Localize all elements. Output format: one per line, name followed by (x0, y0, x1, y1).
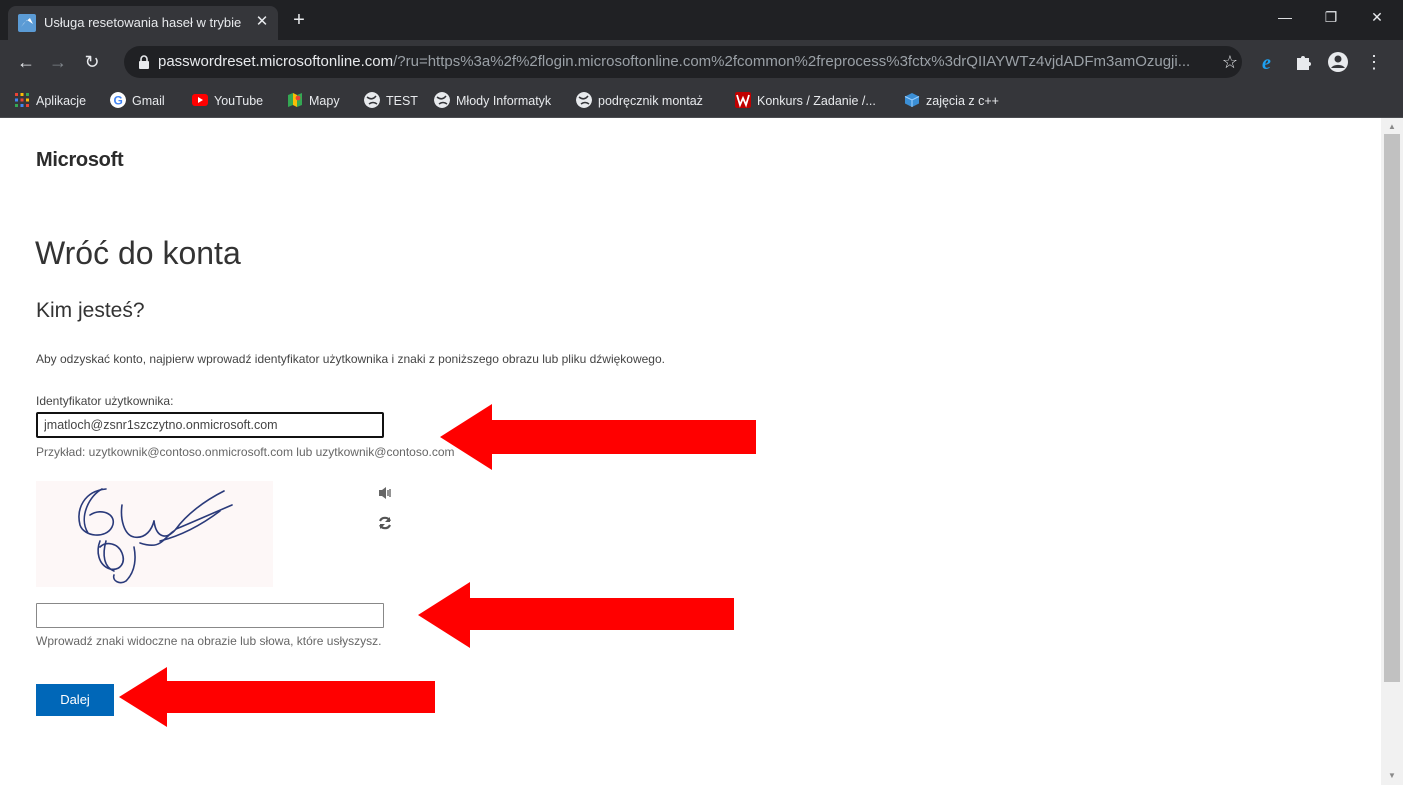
microsoft-tool-icon (18, 14, 36, 32)
scroll-thumb[interactable] (1384, 134, 1400, 682)
user-id-label: Identyfikator użytkownika: (36, 394, 174, 408)
tab-strip: Usługa resetowania haseł w trybie ✕ + — … (0, 0, 1403, 40)
captcha-input[interactable] (36, 603, 384, 628)
audio-speaker-icon[interactable] (377, 485, 393, 501)
extensions-puzzle-icon[interactable] (1292, 50, 1316, 74)
bookmark-maps[interactable]: Mapy (287, 91, 340, 111)
profile-avatar-icon[interactable] (1326, 50, 1350, 74)
new-tab-button[interactable]: + (288, 10, 310, 32)
bookmark-podrecznik[interactable]: podręcznik montaż (576, 91, 703, 111)
bookmark-youtube[interactable]: YouTube (192, 91, 263, 111)
user-id-example: Przykład: uzytkownik@contoso.onmicrosoft… (36, 445, 455, 459)
back-arrow-icon[interactable]: ← (14, 50, 38, 74)
w-logo-icon (735, 92, 751, 108)
reload-icon[interactable]: ↻ (80, 50, 104, 74)
url-text: passwordreset.microsoftonline.com/?ru=ht… (158, 53, 1191, 70)
apps-grid-icon (15, 93, 29, 107)
box-icon (904, 93, 920, 107)
scroll-down-icon[interactable]: ▼ (1381, 769, 1403, 783)
page-content: Microsoft Wróć do konta Kim jesteś? Aby … (0, 118, 1381, 785)
instructions-text: Aby odzyskać konto, najpierw wprowadź id… (36, 352, 665, 366)
bookmark-star-icon[interactable]: ☆ (1218, 50, 1242, 74)
svg-text:G: G (114, 94, 123, 108)
globe-icon (434, 92, 450, 108)
browser-tab[interactable]: Usługa resetowania haseł w trybie ✕ (8, 6, 278, 40)
browser-toolbar: ← → ↻ passwordreset.microsoftonline.com/… (0, 40, 1403, 84)
annotation-arrow-captcha (418, 582, 734, 648)
google-icon: G (110, 92, 126, 108)
forward-arrow-icon[interactable]: → (46, 50, 70, 74)
tab-close-icon[interactable]: ✕ (252, 12, 272, 32)
bookmark-konkurs[interactable]: Konkurs / Zadanie /... (735, 91, 876, 111)
captcha-hint: Wprowadź znaki widoczne na obrazie lub s… (36, 634, 382, 648)
annotation-arrow-next (119, 667, 435, 727)
internet-explorer-icon[interactable]: e (1258, 50, 1282, 74)
scroll-up-icon[interactable]: ▲ (1381, 120, 1403, 134)
annotation-arrow-userid (440, 404, 756, 470)
captcha-image (36, 481, 273, 587)
page-scrollbar[interactable]: ▲ ▼ (1381, 118, 1403, 785)
globe-icon (576, 92, 592, 108)
minimize-button[interactable]: — (1262, 4, 1308, 30)
bookmark-zajecia[interactable]: zajęcia z c++ (904, 91, 999, 111)
page-title: Wróć do konta (35, 235, 241, 271)
tab-title: Usługa resetowania haseł w trybie (44, 15, 242, 30)
menu-kebab-icon[interactable]: ⋮ (1362, 50, 1386, 74)
restore-button[interactable]: ❐ (1308, 4, 1354, 30)
close-window-button[interactable]: ✕ (1354, 4, 1400, 30)
bookmark-mlody-informatyk[interactable]: Młody Informatyk (434, 91, 551, 111)
page-subtitle: Kim jesteś? (36, 299, 145, 322)
user-id-input[interactable] (36, 412, 384, 438)
lock-icon (139, 55, 149, 69)
youtube-icon (192, 94, 208, 106)
next-button[interactable]: Dalej (36, 684, 114, 716)
svg-text:e: e (1262, 52, 1271, 74)
refresh-captcha-icon[interactable] (377, 515, 393, 531)
maps-icon (288, 93, 302, 107)
bookmark-apps[interactable]: Aplikacje (14, 91, 86, 111)
bookmark-test[interactable]: TEST (364, 91, 418, 111)
bookmark-gmail[interactable]: G Gmail (110, 91, 165, 111)
address-bar[interactable]: passwordreset.microsoftonline.com/?ru=ht… (124, 46, 1242, 78)
globe-icon (364, 92, 380, 108)
bookmarks-bar: Aplikacje G Gmail YouTube Mapy TEST Młod… (0, 84, 1403, 118)
microsoft-logo-text: Microsoft (36, 149, 124, 171)
